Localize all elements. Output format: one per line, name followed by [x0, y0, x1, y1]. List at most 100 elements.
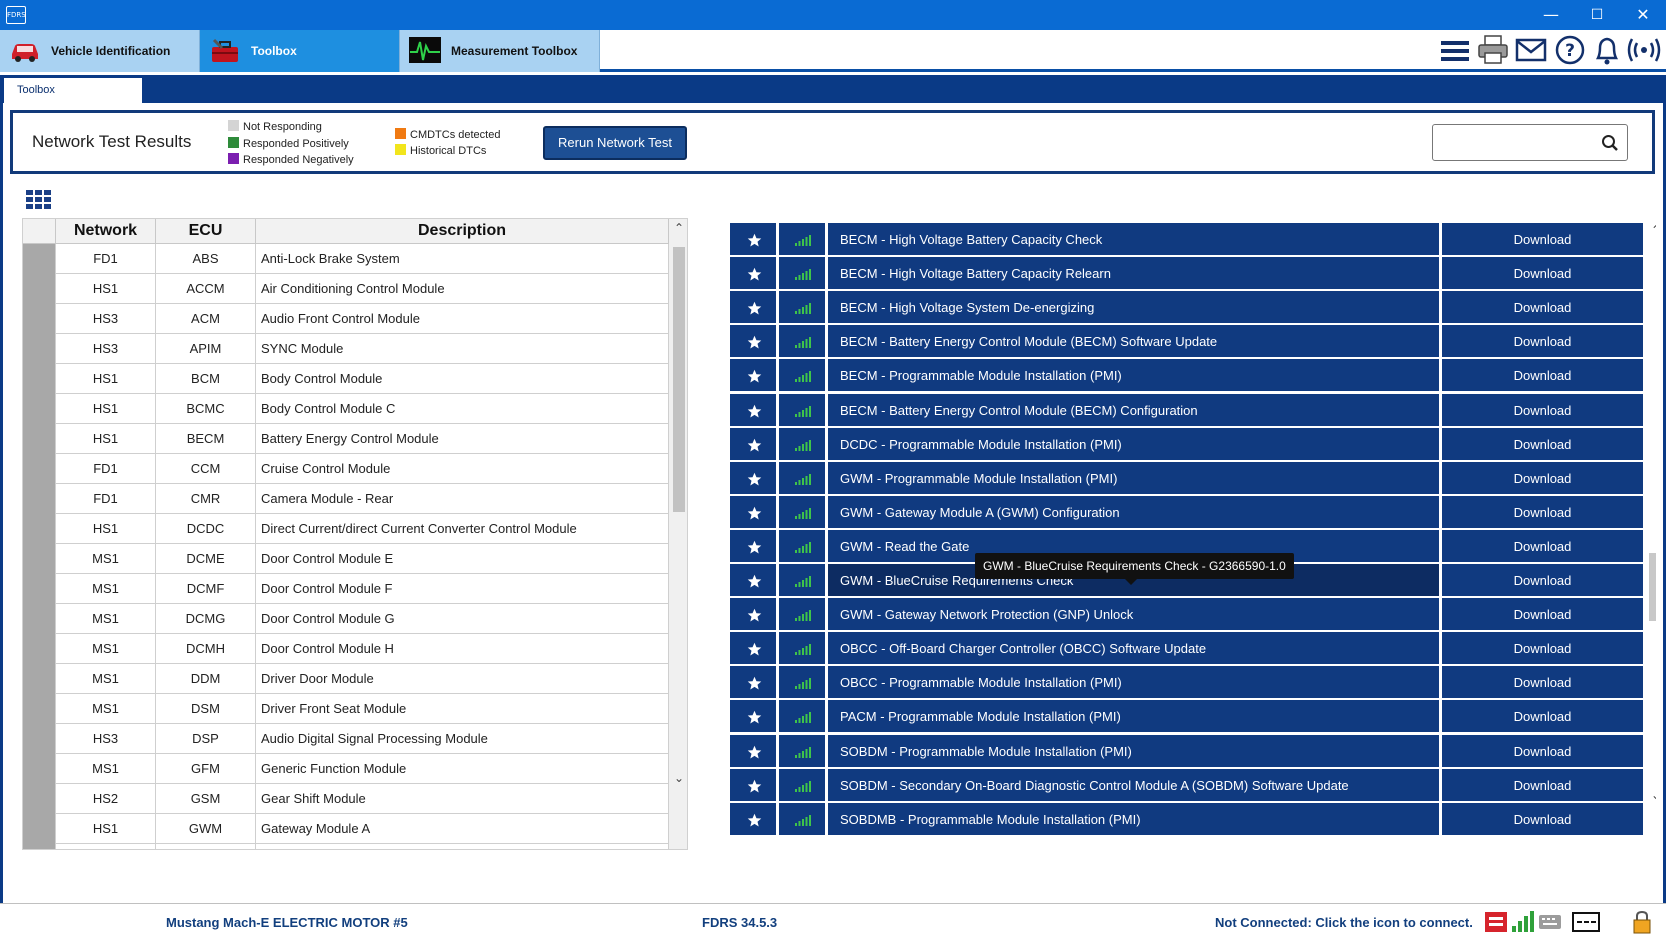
favorite-button[interactable] [730, 257, 778, 292]
download-button[interactable]: Download [1442, 223, 1643, 257]
favorite-button[interactable] [730, 461, 778, 496]
download-button[interactable]: Download [1442, 700, 1643, 735]
list-item[interactable]: SOBDM - Programmable Module Installation… [730, 734, 1643, 769]
grid-view-icon[interactable] [25, 189, 51, 211]
menu-icon[interactable] [1440, 38, 1470, 64]
list-item[interactable]: PACM - Programmable Module Installation … [730, 700, 1643, 735]
close-button[interactable]: ✕ [1620, 0, 1666, 30]
table-row[interactable]: HS3 APIM SYNC Module [23, 334, 687, 364]
scroll-up-icon[interactable]: ⌃ [669, 221, 687, 239]
download-button[interactable]: Download [1442, 564, 1643, 598]
rerun-network-test-button[interactable]: Rerun Network Test [543, 126, 687, 160]
list-item[interactable]: SOBDM - Secondary On-Board Diagnostic Co… [730, 768, 1643, 803]
download-button[interactable]: Download [1442, 495, 1643, 530]
download-button[interactable]: Download [1442, 325, 1643, 360]
table-row[interactable] [23, 844, 687, 849]
table-row[interactable]: HS3 DSP Audio Digital Signal Processing Mo… [23, 724, 687, 754]
row-select-cell[interactable] [23, 664, 56, 694]
row-select-cell[interactable] [23, 364, 56, 394]
list-item[interactable]: BECM - Battery Energy Control Module (BE… [730, 325, 1643, 360]
tool-name[interactable]: GWM - Programmable Module Installation (… [828, 461, 1441, 496]
download-button[interactable]: Download [1442, 257, 1643, 292]
row-select-cell[interactable] [23, 304, 56, 334]
list-item[interactable]: BECM - High Voltage Battery Capacity Rel… [730, 257, 1643, 292]
table-row[interactable]: FD1 ABS Anti-Lock Brake System [23, 244, 687, 274]
row-select-cell[interactable] [23, 544, 56, 574]
list-item[interactable]: BECM - Battery Energy Control Module (BE… [730, 393, 1643, 428]
download-button[interactable]: Download [1442, 598, 1643, 633]
row-select-cell[interactable] [23, 244, 56, 274]
scrollbar-thumb[interactable] [1649, 553, 1656, 621]
favorite-button[interactable] [730, 223, 778, 257]
maximize-button[interactable]: ☐ [1574, 0, 1620, 30]
row-select-cell[interactable] [23, 484, 56, 514]
favorite-button[interactable] [730, 359, 778, 394]
favorite-button[interactable] [730, 666, 778, 701]
favorite-button[interactable] [730, 393, 778, 428]
tab-toolbox[interactable]: Toolbox [200, 30, 400, 72]
table-row[interactable]: HS1 GWM Gateway Module A [23, 814, 687, 844]
row-select-cell[interactable] [23, 784, 56, 814]
favorite-button[interactable] [730, 325, 778, 360]
tool-name[interactable]: DCDC - Programmable Module Installation … [828, 427, 1441, 462]
list-item[interactable]: BECM - High Voltage Battery Capacity Che… [730, 223, 1643, 257]
tool-name[interactable]: BECM - High Voltage Battery Capacity Rel… [828, 257, 1441, 292]
tool-name[interactable]: BECM - High Voltage Battery Capacity Che… [828, 223, 1441, 257]
table-row[interactable]: MS1 DCMH Door Control Module H [23, 634, 687, 664]
table-row[interactable]: HS3 ACM Audio Front Control Module [23, 304, 687, 334]
row-select-cell[interactable] [23, 634, 56, 664]
bell-icon[interactable] [1594, 34, 1620, 66]
list-item[interactable]: OBCC - Programmable Module Installation … [730, 666, 1643, 701]
table-row[interactable]: HS1 DCDC Direct Current/direct Current Con… [23, 514, 687, 544]
list-item[interactable]: OBCC - Off-Board Charger Controller (OBC… [730, 632, 1643, 667]
download-button[interactable]: Download [1442, 529, 1643, 564]
tool-name[interactable]: BECM - Programmable Module Installation … [828, 359, 1441, 394]
table-row[interactable]: HS1 BCM Body Control Module [23, 364, 687, 394]
scroll-down-icon[interactable]: ⌄ [1646, 788, 1656, 806]
download-button[interactable]: Download [1442, 359, 1643, 394]
table-row[interactable]: HS2 GSM Gear Shift Module [23, 784, 687, 814]
vci-status-icon[interactable] [1572, 910, 1600, 934]
download-button[interactable]: Download [1442, 802, 1643, 837]
row-select-cell[interactable] [23, 754, 56, 784]
row-select-cell[interactable] [23, 274, 56, 304]
row-select-cell[interactable] [23, 514, 56, 544]
tool-name[interactable]: BECM - Battery Energy Control Module (BE… [828, 325, 1441, 360]
favorite-button[interactable] [730, 291, 778, 326]
row-select-cell[interactable] [23, 454, 56, 484]
tab-vehicle-identification[interactable]: Vehicle Identification [0, 30, 200, 72]
favorite-button[interactable] [730, 734, 778, 769]
tool-name[interactable]: BECM - High Voltage System De-energizing [828, 291, 1441, 326]
table-row[interactable]: MS1 DCMF Door Control Module F [23, 574, 687, 604]
list-item[interactable]: SOBDMB - Programmable Module Installatio… [730, 802, 1643, 837]
table-row[interactable]: HS1 BECM Battery Energy Control Module [23, 424, 687, 454]
minimize-button[interactable]: — [1528, 0, 1574, 30]
table-row[interactable]: MS1 DCME Door Control Module E [23, 544, 687, 574]
list-item[interactable]: BECM - High Voltage System De-energizing… [730, 291, 1643, 326]
favorite-button[interactable] [730, 598, 778, 633]
table-row[interactable]: MS1 GFM Generic Function Module [23, 754, 687, 784]
keyboard-icon[interactable] [1538, 910, 1562, 934]
download-button[interactable]: Download [1442, 461, 1643, 496]
favorite-button[interactable] [730, 495, 778, 530]
download-button[interactable]: Download [1442, 393, 1643, 428]
tool-name[interactable]: OBCC - Programmable Module Installation … [828, 666, 1441, 701]
tab-toolbox-sub[interactable]: Toolbox [4, 78, 142, 103]
search-input[interactable] [1432, 124, 1628, 161]
toolbox-scrollbar[interactable]: ⌃ ⌄ [1646, 223, 1656, 863]
header-description[interactable]: Description [256, 219, 669, 244]
row-select-cell[interactable] [23, 694, 56, 724]
scroll-down-icon[interactable]: ⌄ [669, 771, 687, 789]
list-item[interactable]: BECM - Programmable Module Installation … [730, 359, 1643, 394]
scrollbar-thumb[interactable] [673, 247, 685, 512]
list-item[interactable]: GWM - Gateway Network Protection (GNP) U… [730, 598, 1643, 633]
favorite-button[interactable] [730, 529, 778, 564]
row-select-cell[interactable] [23, 844, 56, 849]
printer-icon[interactable] [1477, 34, 1509, 66]
table-row[interactable]: HS1 BCMC Body Control Module C [23, 394, 687, 424]
mail-icon[interactable] [1515, 37, 1547, 63]
header-ecu[interactable]: ECU [156, 219, 256, 244]
table-row[interactable]: FD1 CCM Cruise Control Module [23, 454, 687, 484]
favorite-button[interactable] [730, 700, 778, 735]
favorite-button[interactable] [730, 768, 778, 803]
